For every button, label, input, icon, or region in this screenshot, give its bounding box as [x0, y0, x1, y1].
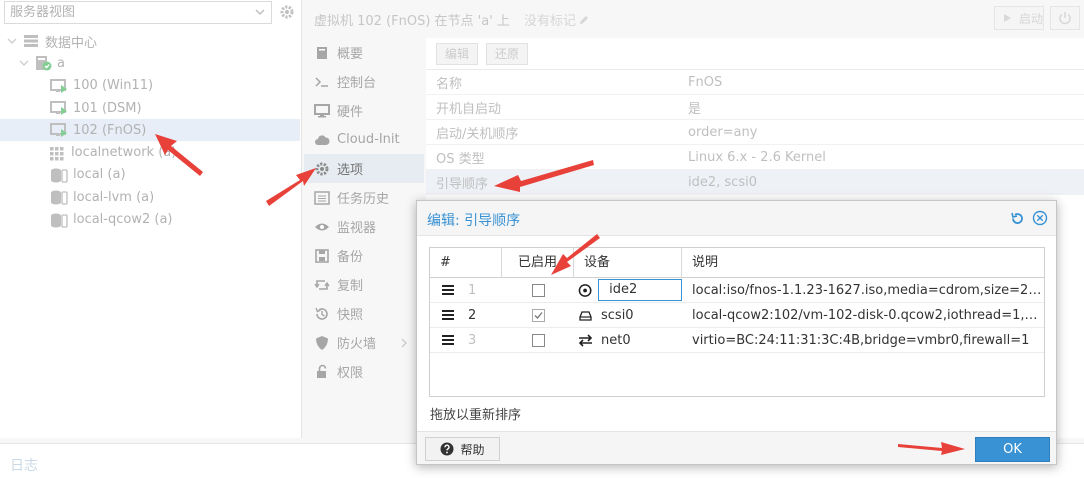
- hdd-icon: [579, 310, 592, 321]
- device-description: virtio=BC:24:11:31:3C:4B,bridge=vmbr0,fi…: [692, 332, 1030, 348]
- question-circle-icon: [440, 442, 454, 456]
- close-icon[interactable]: [1032, 210, 1048, 226]
- device-name: ide2: [598, 279, 682, 301]
- drag-handle-icon[interactable]: [442, 310, 454, 320]
- help-button[interactable]: 帮助: [425, 437, 500, 461]
- checkmark-icon: [534, 311, 543, 319]
- undo-icon[interactable]: [1010, 211, 1025, 226]
- boot-row-ide2[interactable]: 1 ide2 local:iso/fnos-1.1.23-1627.iso,me…: [430, 278, 1044, 303]
- enabled-checkbox[interactable]: [531, 283, 545, 297]
- enabled-checkbox[interactable]: [531, 333, 545, 347]
- grid-header: # 已启用 设备 说明: [430, 248, 1044, 278]
- boot-row-number: 2: [468, 307, 477, 323]
- boot-order-dialog: 编辑: 引导顺序 # 已启用 设备 说明 1 ide2 local:iso/fn…: [416, 200, 1057, 465]
- boot-row-number: 3: [468, 332, 477, 348]
- boot-row-scsi0[interactable]: 2 scsi0 local-qcow2:102/vm-102-disk-0.qc…: [430, 303, 1044, 328]
- boot-order-grid: # 已启用 设备 说明 1 ide2 local:iso/fnos-1.1.23…: [429, 247, 1045, 397]
- dialog-header: 编辑: 引导顺序: [417, 201, 1056, 236]
- column-header-number[interactable]: #: [430, 248, 502, 278]
- device-name: scsi0: [601, 307, 634, 323]
- cdrom-icon: [578, 283, 592, 297]
- ok-button[interactable]: OK: [975, 437, 1050, 462]
- dialog-footer: 帮助 OK: [417, 431, 1056, 464]
- device-description: local-qcow2:102/vm-102-disk-0.qcow2,ioth…: [692, 307, 1044, 323]
- drag-handle-icon[interactable]: [442, 335, 454, 345]
- reorder-hint: 拖放以重新排序: [430, 408, 522, 423]
- enabled-checkbox[interactable]: [531, 308, 545, 322]
- dialog-title: 编辑: 引导顺序: [427, 213, 521, 229]
- column-header-enabled[interactable]: 已启用: [502, 248, 574, 278]
- device-description: local:iso/fnos-1.1.23-1627.iso,media=cdr…: [692, 282, 1044, 298]
- drag-handle-icon[interactable]: [442, 285, 454, 295]
- boot-row-net0[interactable]: 3 net0 virtio=BC:24:11:31:3C:4B,bridge=v…: [430, 328, 1044, 353]
- help-label: 帮助: [460, 442, 485, 457]
- column-header-description[interactable]: 说明: [682, 248, 1044, 278]
- column-header-device[interactable]: 设备: [574, 248, 682, 278]
- device-name: net0: [601, 332, 631, 348]
- exchange-icon: [578, 333, 593, 347]
- boot-row-number: 1: [468, 282, 477, 298]
